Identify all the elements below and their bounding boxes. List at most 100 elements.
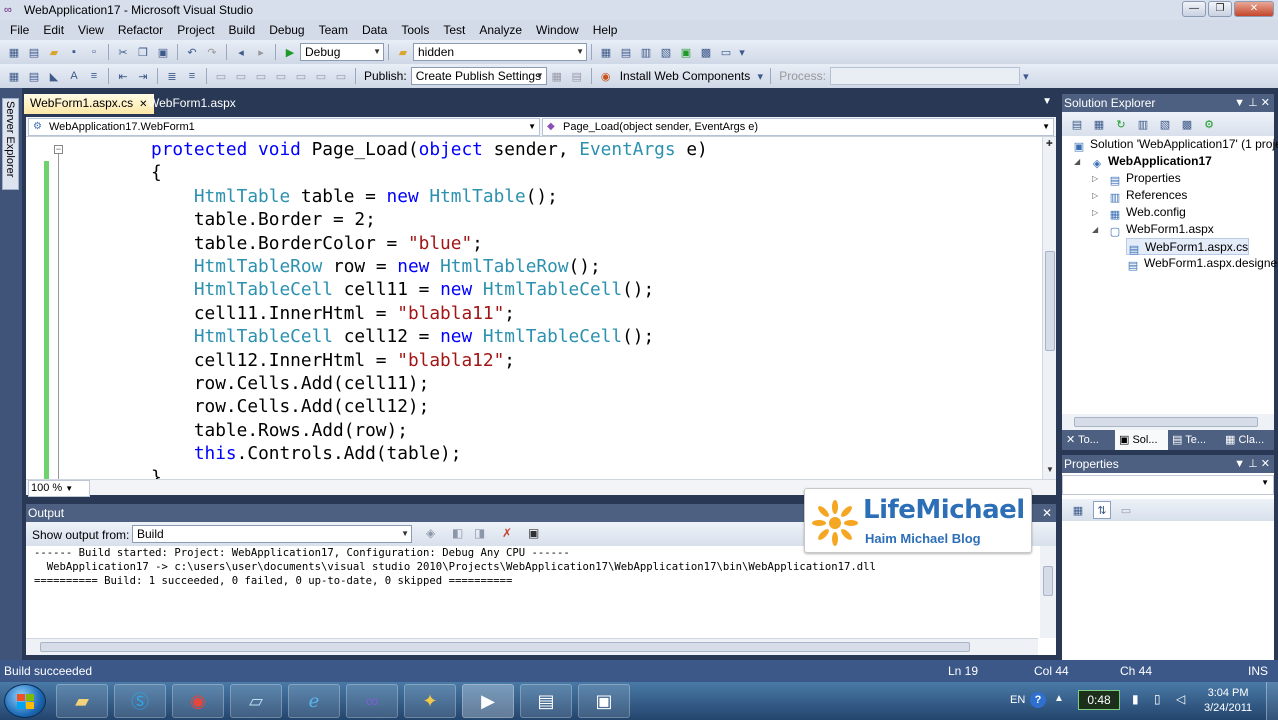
word-completion-icon[interactable]: ≡	[85, 67, 103, 85]
solution-explorer-icon[interactable]: ▦	[597, 43, 615, 61]
taskbar-vs-express[interactable]: ∞	[346, 684, 398, 718]
menu-test[interactable]: Test	[436, 20, 472, 40]
object-selector[interactable]: ▼	[1062, 475, 1274, 495]
tab-toolbox[interactable]: ✕ To...	[1062, 430, 1115, 450]
collapse-outline-icon[interactable]: −	[54, 145, 63, 154]
pin-icon[interactable]: ⊥	[1248, 458, 1258, 470]
previous-bookmark-icon[interactable]: ▭	[232, 67, 250, 85]
menu-view[interactable]: View	[71, 20, 111, 40]
refresh-icon[interactable]: ↻	[1113, 116, 1129, 132]
toolbar-options-icon[interactable]: ▾	[737, 43, 747, 61]
clock[interactable]: 3:04 PM 3/24/2011	[1204, 686, 1252, 716]
tab-webform1-aspx-cs[interactable]: WebForm1.aspx.cs ✕	[24, 94, 154, 114]
nest-related-files-icon[interactable]: ▩	[1179, 116, 1195, 132]
taskbar-onenote[interactable]: ▤	[520, 684, 572, 718]
menu-edit[interactable]: Edit	[36, 20, 71, 40]
start-debugging-icon[interactable]: ▶	[281, 43, 299, 61]
new-project-icon[interactable]: ▦	[5, 43, 23, 61]
taskbar-messenger[interactable]: ✦	[404, 684, 456, 718]
solution-explorer-horizontal-scrollbar[interactable]	[1062, 414, 1274, 430]
toolbar-options-icon[interactable]: ▾	[1021, 67, 1031, 85]
pane-menu-icon[interactable]: ▼	[1234, 458, 1245, 470]
menu-build[interactable]: Build	[222, 20, 263, 40]
undo-icon[interactable]: ↶	[183, 43, 201, 61]
tree-item[interactable]: ◢ ▢ WebForm1.aspx	[1092, 221, 1214, 238]
redo-icon[interactable]: ↷	[203, 43, 221, 61]
menu-data[interactable]: Data	[355, 20, 394, 40]
output-vertical-scrollbar[interactable]	[1040, 546, 1056, 638]
taskbar-visual-studio[interactable]: ▶	[462, 684, 514, 718]
tree-item[interactable]: ▷ ▤ Properties	[1092, 170, 1181, 187]
view-designer-icon[interactable]: ▧	[1157, 116, 1173, 132]
pane-menu-icon[interactable]: ▼	[1234, 97, 1245, 109]
find-in-files-icon[interactable]: ▰	[394, 43, 412, 61]
menu-help[interactable]: Help	[586, 20, 625, 40]
close-pane-icon[interactable]: ✕	[1261, 458, 1270, 470]
server-explorer-tab[interactable]: Server Explorer	[2, 98, 19, 190]
start-button[interactable]	[4, 684, 46, 718]
menu-window[interactable]: Window	[529, 20, 586, 40]
save-icon[interactable]: ▪	[65, 43, 83, 61]
format-selection-icon[interactable]: ▤	[25, 67, 43, 85]
solution-configuration-select[interactable]: Debug ▼	[300, 43, 384, 61]
open-file-icon[interactable]: ▰	[45, 43, 63, 61]
asp-net-configuration-icon[interactable]: ⚙	[1201, 116, 1217, 132]
view-code-icon[interactable]: ▥	[1135, 116, 1151, 132]
scrollbar-thumb[interactable]	[1074, 417, 1258, 427]
toolbar-options-icon[interactable]: ▾	[755, 67, 765, 85]
scroll-down-icon[interactable]: ▼	[1046, 465, 1054, 474]
tree-item[interactable]: ▷ ▥ References	[1092, 187, 1187, 204]
bookmark-icon[interactable]: ▭	[212, 67, 230, 85]
save-all-icon[interactable]: ▫	[85, 43, 103, 61]
zoom-select[interactable]: 100 % ▼	[28, 480, 90, 497]
scrollbar-thumb[interactable]	[40, 642, 970, 652]
output-horizontal-scrollbar[interactable]	[26, 638, 1038, 655]
alphabetical-icon[interactable]: ⇅	[1093, 501, 1111, 519]
tree-item[interactable]: ◢ ◈ WebApplication17	[1074, 153, 1212, 170]
previous-message-icon[interactable]: ◧	[452, 526, 463, 540]
taskbar-chrome[interactable]: ◉	[172, 684, 224, 718]
input-language[interactable]: EN	[1010, 694, 1025, 706]
bookmark-next-folder-icon[interactable]: ▭	[312, 67, 330, 85]
navigate-back-icon[interactable]: ◂	[232, 43, 250, 61]
output-text[interactable]: ------ Build started: Project: WebApplic…	[34, 546, 876, 588]
tab-team-explorer[interactable]: ▤ Te...	[1168, 430, 1221, 450]
network-icon[interactable]: ▮	[1132, 692, 1139, 706]
output-source-select[interactable]: Build ▼	[132, 525, 412, 543]
object-browser-icon[interactable]: ▥	[637, 43, 655, 61]
clear-all-icon[interactable]: ✗	[502, 526, 512, 540]
tree-item[interactable]: ▤ WebForm1.aspx.designer.c	[1126, 255, 1278, 272]
menu-analyze[interactable]: Analyze	[472, 20, 529, 40]
pin-icon[interactable]: ⊥	[1248, 97, 1258, 109]
menu-team[interactable]: Team	[312, 20, 355, 40]
bookmark-window-icon[interactable]: ▭	[332, 67, 350, 85]
menu-project[interactable]: Project	[170, 20, 221, 40]
minimize-button[interactable]: —	[1182, 1, 1206, 17]
toolbox-icon[interactable]: ▧	[657, 43, 675, 61]
process-select[interactable]	[829, 67, 1020, 85]
next-bookmark-icon[interactable]: ▭	[252, 67, 270, 85]
editor-vertical-scrollbar[interactable]: ✚ ▼	[1042, 137, 1056, 479]
taskbar-notepad[interactable]: ▱	[230, 684, 282, 718]
menu-debug[interactable]: Debug	[262, 20, 311, 40]
start-page-icon[interactable]: ▣	[677, 43, 695, 61]
split-icon[interactable]: ✚	[1046, 139, 1053, 148]
tab-list-chevron-icon[interactable]: ▼	[1042, 96, 1052, 107]
clear-bookmarks-icon[interactable]: ▭	[272, 67, 290, 85]
cut-icon[interactable]: ✂	[114, 43, 132, 61]
collapsed-arrow-icon[interactable]: ▷	[1092, 187, 1098, 204]
code-editor[interactable]: − protected void Page_Load(object sender…	[26, 137, 1042, 479]
close-button[interactable]: ✕	[1234, 1, 1274, 17]
next-message-icon[interactable]: ◨	[474, 526, 485, 540]
collapsed-arrow-icon[interactable]: ▷	[1092, 170, 1098, 187]
publish-settings-icon[interactable]: ▤	[568, 67, 586, 85]
tab-solution-explorer[interactable]: ▣ Sol...	[1115, 430, 1168, 450]
quick-info-icon[interactable]: ◣	[45, 67, 63, 85]
power-icon[interactable]: ▯	[1154, 692, 1161, 706]
tab-class-view[interactable]: ▦ Cla...	[1221, 430, 1274, 450]
close-output-icon[interactable]: ✕	[1042, 504, 1052, 522]
navigate-forward-icon[interactable]: ▸	[252, 43, 270, 61]
parameter-info-icon[interactable]: A	[65, 67, 83, 85]
increase-indent-icon[interactable]: ⇥	[134, 67, 152, 85]
menu-refactor[interactable]: Refactor	[111, 20, 170, 40]
